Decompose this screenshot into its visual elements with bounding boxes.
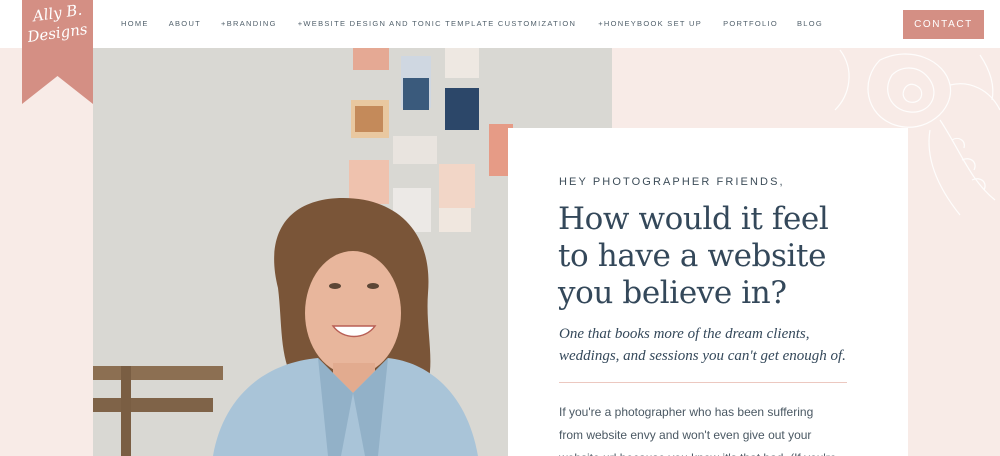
site-header: HOME ABOUT +BRANDING +WEBSITE DESIGN AND…: [0, 0, 1000, 48]
nav-blog[interactable]: BLOG: [797, 19, 823, 28]
logo[interactable]: Ally B. Designs: [22, 0, 93, 104]
hero-subhead: One that books more of the dream clients…: [559, 323, 879, 367]
divider: [559, 382, 847, 383]
nav-portfolio[interactable]: PORTFOLIO: [723, 19, 778, 28]
subhead-line: One that books more of the dream clients…: [559, 326, 810, 342]
nav-honeybook[interactable]: +HONEYBOOK SET UP: [598, 19, 702, 28]
hero-card: HEY PHOTOGRAPHER FRIENDS, How would it f…: [508, 128, 908, 456]
hero-headline: How would it feel to have a website you …: [558, 201, 888, 312]
main-nav: HOME ABOUT +BRANDING +WEBSITE DESIGN AND…: [121, 17, 823, 29]
subhead-line: weddings, and sessions you can't get eno…: [559, 348, 846, 364]
body-line: from website envy and won't even give ou…: [559, 428, 812, 442]
headline-line: to have a website: [558, 238, 827, 274]
nav-website-design[interactable]: +WEBSITE DESIGN AND TONIC TEMPLATE CUSTO…: [298, 19, 576, 28]
body-line: If you're a photographer who has been su…: [559, 405, 814, 419]
headline-line: you believe in?: [558, 275, 787, 311]
contact-button[interactable]: CONTACT: [903, 10, 984, 39]
body-line: website url because you know it's that b…: [559, 447, 859, 456]
hero-body: If you're a photographer who has been su…: [559, 401, 859, 456]
nav-about[interactable]: ABOUT: [169, 19, 201, 28]
hero-eyebrow: HEY PHOTOGRAPHER FRIENDS,: [559, 176, 785, 188]
nav-branding[interactable]: +BRANDING: [221, 19, 277, 28]
headline-line: How would it feel: [558, 201, 829, 237]
nav-home[interactable]: HOME: [121, 19, 149, 28]
